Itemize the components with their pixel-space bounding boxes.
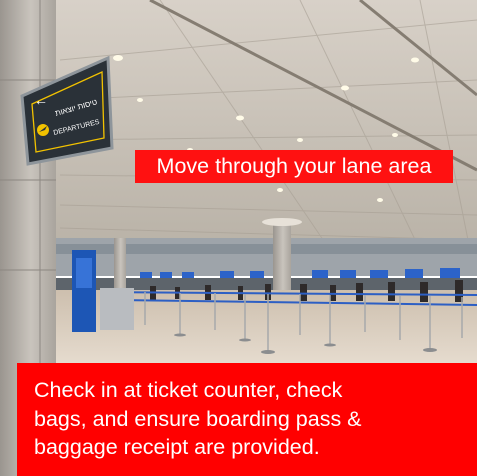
check-in-caption: Check in at ticket counter, check bags, … bbox=[17, 363, 477, 476]
airport-scene: ← טיסות יוצאות DEPARTURES Move through y… bbox=[0, 0, 477, 476]
lane-caption: Move through your lane area bbox=[135, 150, 453, 183]
kiosk bbox=[100, 288, 134, 330]
check-in-caption-line: Check in at ticket counter, check bbox=[34, 378, 343, 402]
center-pillar bbox=[273, 220, 291, 290]
left-pillar bbox=[114, 238, 126, 293]
check-in-caption-line: bags, and ensure boarding pass & bbox=[34, 406, 362, 431]
arrow-left-icon: ← bbox=[34, 92, 48, 108]
check-in-caption-line: baggage receipt are provided. bbox=[34, 435, 320, 459]
